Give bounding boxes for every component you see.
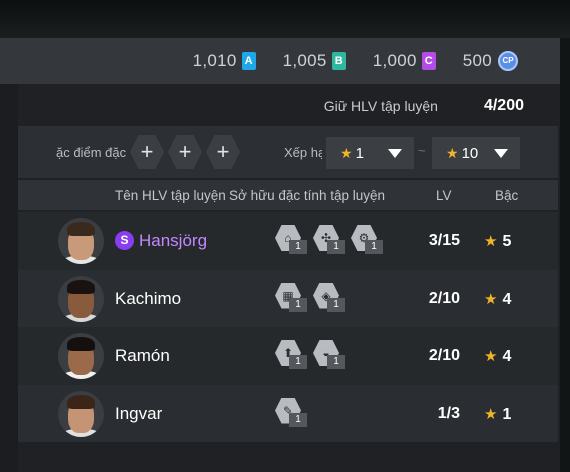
column-header-name[interactable]: Tên HLV tập luyện	[115, 188, 226, 203]
column-header-traits[interactable]: Sở hữu đặc tính tập luyện	[229, 188, 385, 203]
add-trait-filter-button-1[interactable]: +	[130, 135, 164, 169]
currency-b-value: 1,005	[282, 51, 327, 70]
pitch-icon[interactable]: ▦ 1	[275, 282, 307, 313]
special-badge-icon: S	[115, 231, 134, 250]
coach-name: Hansjörg	[139, 231, 208, 250]
coach-row[interactable]: Ingvar ✎ 1 1/3 ★ 1	[18, 384, 558, 442]
currency-c-icon: C	[421, 52, 436, 70]
avatar	[58, 390, 104, 437]
coach-level: 2/10	[428, 289, 460, 307]
coach-name: Ramón	[115, 346, 170, 365]
cap-icon[interactable]: ◒ 1	[313, 340, 345, 370]
right-panel-edge	[560, 38, 570, 472]
avatar	[58, 333, 104, 379]
star-icon: ★	[484, 405, 498, 423]
coach-name: Kachimo	[115, 288, 182, 308]
currency-b-icon: B	[331, 52, 346, 70]
coach-level: 2/10	[428, 347, 460, 364]
trait-list: ⌂ 1 ✣ 1 ⚙ 1	[275, 225, 389, 255]
max-rank-value: 10	[461, 144, 479, 162]
coach-rank: ★ 5	[484, 233, 512, 250]
rank-filter-label: Xếp hạng	[284, 145, 322, 160]
hold-count-row: Giữ HLV tập luyện 4/200	[18, 88, 540, 124]
coach-rank: ★ 4	[484, 290, 512, 308]
trait-list: ▦ 1 ◈ 1	[275, 282, 351, 313]
add-trait-filter-button-3[interactable]: +	[206, 135, 240, 169]
avatar	[58, 275, 104, 322]
coach-list: S Hansjörg ⌂ 1 ✣ 1 ⚙ 1 3/15 ★ 5 Kachimo ▦ 1 ◈…	[18, 212, 558, 442]
column-header-rank[interactable]: Bậc	[495, 188, 518, 203]
currency-c-value: 1,000	[372, 51, 417, 70]
table-header: Tên HLV tập luyện Sở hữu đặc tính tập lu…	[18, 180, 558, 210]
coach-row[interactable]: S Hansjörg ⌂ 1 ✣ 1 ⚙ 1 3/15 ★ 5	[18, 212, 558, 270]
add-trait-filter-button-2[interactable]: +	[168, 135, 202, 169]
currency-cp: 500 CP	[463, 51, 518, 71]
coach-row[interactable]: Kachimo ▦ 1 ◈ 1 2/10 ★ 4	[18, 269, 558, 327]
coach-level: 1/3	[437, 404, 460, 422]
upgrade-icon[interactable]: ⬆ 1	[275, 340, 307, 370]
coach-row[interactable]: Ramón ⬆ 1 ◒ 1 2/10 ★ 4	[18, 327, 558, 385]
star-icon: ★	[446, 144, 459, 161]
star-icon: ★	[484, 348, 498, 365]
avatar	[58, 218, 104, 264]
currency-b: 1,005 B	[283, 51, 346, 71]
star-icon: ★	[340, 144, 353, 161]
currency-a-value: 1,010	[192, 51, 237, 70]
trait-filter-label: ặc điểm đặc	[56, 145, 127, 160]
column-header-lv[interactable]: LV	[436, 188, 452, 203]
filter-bar: ặc điểm đặc + + + Xếp hạng ★ 1 ~ ★ 10	[18, 126, 558, 178]
currency-a-icon: A	[241, 52, 256, 70]
coach-name: Ingvar	[115, 403, 163, 423]
trait-list: ✎ 1	[275, 397, 313, 428]
top-background-strip	[0, 0, 570, 38]
trait-list: ⬆ 1 ◒ 1	[275, 340, 351, 370]
whistle-icon[interactable]: ⌂ 1	[275, 225, 307, 255]
left-panel-edge	[0, 84, 18, 472]
chevron-down-icon	[494, 149, 508, 158]
currency-c: 1,000 C	[373, 51, 436, 71]
hold-count: 4/200	[483, 97, 524, 114]
tactic-icon[interactable]: ✎ 1	[275, 397, 307, 428]
min-rank-dropdown[interactable]: ★ 1	[326, 137, 414, 169]
star-icon: ★	[484, 290, 498, 308]
currency-a: 1,010 A	[193, 51, 256, 71]
chevron-down-icon	[388, 149, 402, 158]
hold-label: Giữ HLV tập luyện	[323, 98, 438, 114]
shield-icon[interactable]: ◈ 1	[313, 282, 345, 313]
coach-rank: ★ 1	[484, 405, 512, 423]
arrows-icon[interactable]: ✣ 1	[313, 225, 345, 255]
gear-icon[interactable]: ⚙ 1	[351, 225, 383, 255]
min-rank-value: 1	[355, 144, 364, 162]
currency-cp-value: 500	[462, 51, 492, 70]
max-rank-dropdown[interactable]: ★ 10	[432, 137, 520, 169]
cp-coin-icon: CP	[498, 51, 518, 71]
range-separator: ~	[418, 143, 426, 158]
coach-rank: ★ 4	[484, 348, 512, 365]
coach-level: 3/15	[428, 232, 460, 249]
currency-bar: 1,010 A 1,005 B 1,000 C 500 CP	[0, 38, 560, 84]
star-icon: ★	[484, 233, 498, 250]
